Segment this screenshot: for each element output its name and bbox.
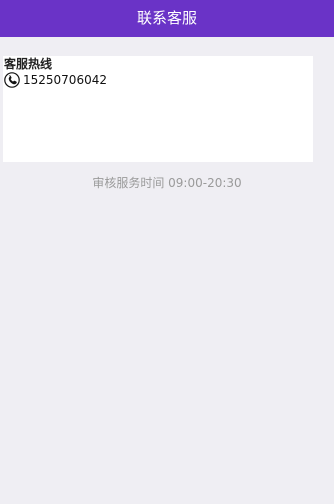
hotline-title: 客服热线: [4, 57, 53, 71]
service-hours-text: 审核服务时间 09:00-20:30: [92, 176, 242, 190]
hotline-phone-number[interactable]: 15250706042: [23, 72, 107, 88]
phone-icon: [4, 72, 20, 88]
page-title: 联系客服: [136, 9, 197, 27]
hotline-phone-row[interactable]: 15250706042: [4, 72, 107, 88]
hotline-card: 客服热线 15250706042: [3, 56, 313, 162]
top-app-bar: 联系客服: [0, 0, 334, 37]
